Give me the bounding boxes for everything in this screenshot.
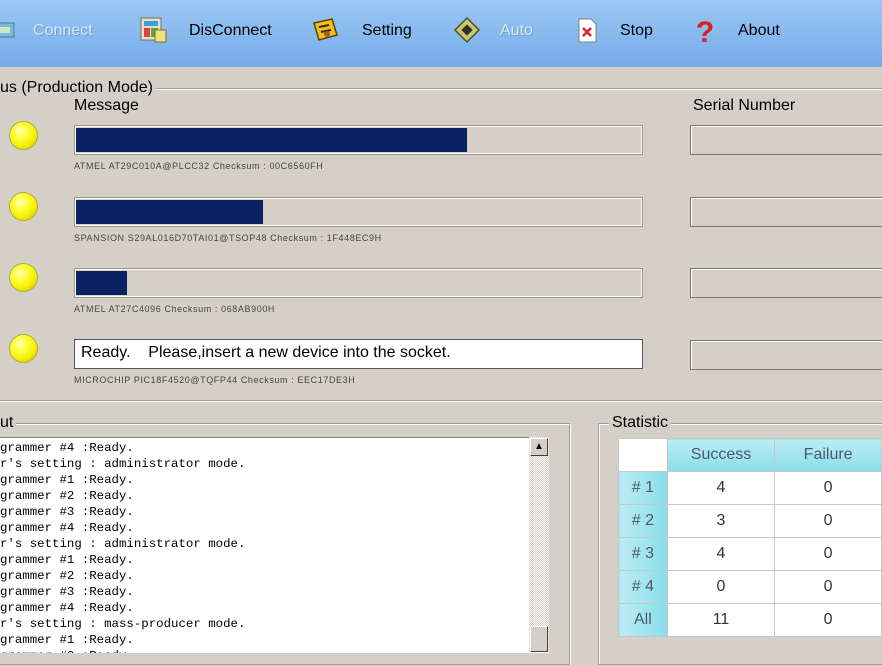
failure-count: 0 xyxy=(774,603,882,637)
statistic-header-row: Success Failure xyxy=(618,438,882,472)
disconnect-button[interactable]: DisConnect xyxy=(134,0,284,62)
serial-field-2 xyxy=(690,197,882,227)
log-line: grammer #3 :Ready. xyxy=(0,505,134,519)
output-group-title: ut xyxy=(0,414,17,432)
statistic-row: # 1 4 0 xyxy=(618,471,882,505)
auto-label: Auto xyxy=(500,22,533,39)
row-label: # 1 xyxy=(618,471,668,505)
log-line: r's setting : mass-producer mode. xyxy=(0,617,246,631)
about-button[interactable]: ? About xyxy=(690,0,800,62)
message-text-4: Ready. Please,insert a new device into t… xyxy=(81,344,451,361)
log-line: grammer #4 :Ready. xyxy=(0,521,134,535)
serial-number-header: Serial Number xyxy=(693,97,796,114)
failure-count: 0 xyxy=(774,471,882,505)
success-count: 11 xyxy=(666,603,776,637)
statistic-table: Success Failure # 1 4 0 # 2 3 0 # 3 4 0 … xyxy=(618,438,882,637)
message-box-4: Ready. Please,insert a new device into t… xyxy=(74,339,643,369)
output-scrollbar[interactable] xyxy=(529,437,549,652)
log-line: grammer #2 :Ready. xyxy=(0,648,245,653)
statistic-row: All 11 0 xyxy=(618,603,882,637)
output-log-lines: grammer #4 :Ready. r's setting : administ… xyxy=(0,440,245,653)
auto-button[interactable]: Auto xyxy=(450,0,550,62)
toolbar: Connect DisConnect Setting Auto Stop ? A… xyxy=(0,0,882,67)
connect-label: Connect xyxy=(33,22,93,39)
stop-icon xyxy=(578,18,597,43)
output-log[interactable]: grammer #4 :Ready. r's setting : administ… xyxy=(0,437,549,653)
progress-bar-2 xyxy=(74,197,643,227)
stop-button[interactable]: Stop xyxy=(572,0,672,62)
statistic-row: # 4 0 0 xyxy=(618,570,882,604)
status-led-4 xyxy=(10,335,37,362)
progress-bar-1 xyxy=(74,125,643,155)
question-icon: ? xyxy=(696,16,714,45)
log-line: grammer #1 :Ready. xyxy=(0,553,134,567)
failure-header: Failure xyxy=(774,438,882,472)
statistic-row: # 3 4 0 xyxy=(618,537,882,571)
status-led-3 xyxy=(10,264,37,291)
device-label-1: ATMEL AT29C010A@PLCC32 Checksum : 00C656… xyxy=(74,161,324,171)
log-line: r's setting : administrator mode. xyxy=(0,457,246,471)
progress-bar-3 xyxy=(74,268,643,298)
device-label-4: MICROCHIP PIC18F4520@TQFP44 Checksum : E… xyxy=(74,375,356,385)
connect-button[interactable]: Connect xyxy=(0,0,110,62)
svg-text:?: ? xyxy=(696,16,714,45)
log-line: grammer #1 :Ready. xyxy=(0,473,134,487)
serial-field-4 xyxy=(690,340,882,370)
progress-fill-1 xyxy=(76,128,468,152)
stop-label: Stop xyxy=(620,22,653,39)
device-label-3: ATMEL AT27C4096 Checksum : 068AB900H xyxy=(74,304,276,314)
setting-icon xyxy=(313,18,338,41)
progress-fill-2 xyxy=(76,200,264,224)
connect-icon xyxy=(0,22,15,38)
statistic-row: # 2 3 0 xyxy=(618,504,882,538)
disconnect-icon xyxy=(140,17,167,43)
progress-fill-3 xyxy=(76,271,128,295)
message-header: Message xyxy=(74,97,139,114)
serial-field-1 xyxy=(690,125,882,155)
statistic-group-title: Statistic xyxy=(609,414,672,432)
failure-count: 0 xyxy=(774,537,882,571)
failure-count: 0 xyxy=(774,570,882,604)
success-count: 3 xyxy=(666,504,776,538)
success-header: Success xyxy=(666,438,776,472)
row-label: # 2 xyxy=(618,504,668,538)
log-line: grammer #4 :Ready. xyxy=(0,441,134,455)
setting-button[interactable]: Setting xyxy=(308,0,428,62)
log-line: grammer #4 :Ready. xyxy=(0,601,134,615)
about-label: About xyxy=(738,22,780,39)
log-line: r's setting : administrator mode. xyxy=(0,537,246,551)
serial-field-3 xyxy=(690,268,882,298)
row-label: # 4 xyxy=(618,570,668,604)
statistic-corner xyxy=(618,438,668,472)
disconnect-label: DisConnect xyxy=(189,22,272,39)
status-group-title: us (Production Mode) xyxy=(0,79,156,97)
success-count: 0 xyxy=(666,570,776,604)
device-label-2: SPANSION S29AL016D70TAI01@TSOP48 Checksu… xyxy=(74,233,382,243)
row-label: # 3 xyxy=(618,537,668,571)
log-line: grammer #3 :Ready. xyxy=(0,585,134,599)
scroll-up-button[interactable]: ▲ xyxy=(530,438,548,456)
scroll-thumb[interactable] xyxy=(530,626,548,652)
success-count: 4 xyxy=(666,471,776,505)
log-line: grammer #1 :Ready. xyxy=(0,633,134,647)
status-led-1 xyxy=(10,122,37,149)
status-led-2 xyxy=(10,193,37,220)
log-line: grammer #2 :Ready. xyxy=(0,489,134,503)
setting-label: Setting xyxy=(362,22,412,39)
row-label: All xyxy=(618,603,668,637)
log-line: grammer #2 :Ready. xyxy=(0,569,134,583)
chip-icon xyxy=(453,16,481,44)
success-count: 4 xyxy=(666,537,776,571)
failure-count: 0 xyxy=(774,504,882,538)
